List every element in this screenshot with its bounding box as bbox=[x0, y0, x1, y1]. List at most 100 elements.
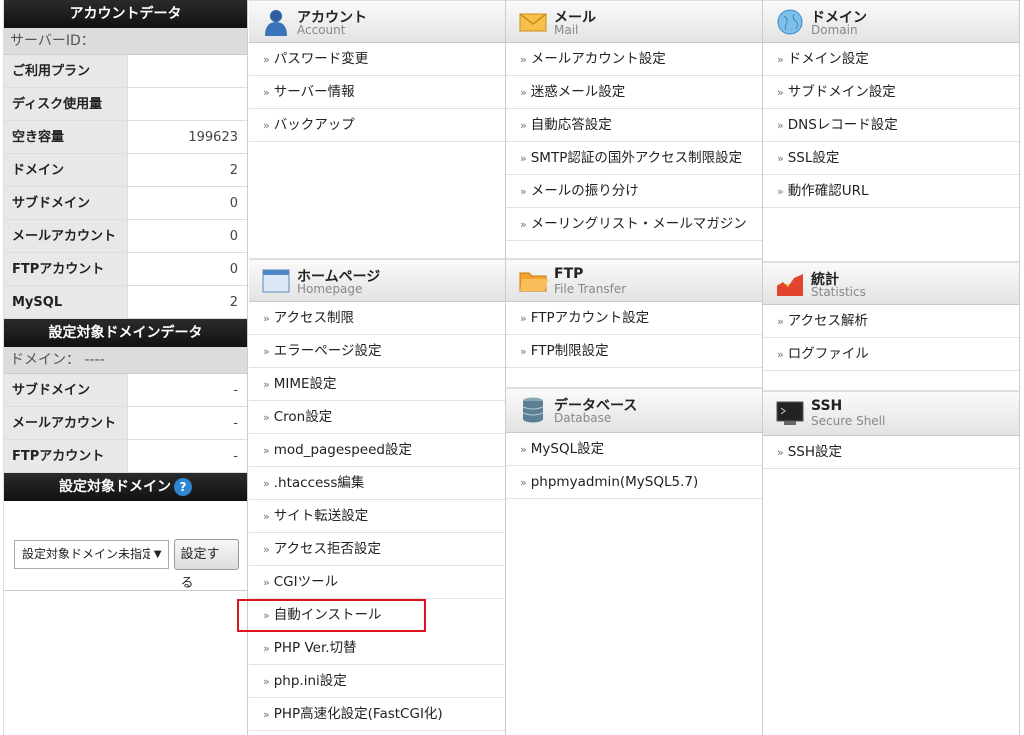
menu-column-2: メール Mail » メールアカウント設定» 迷惑メール設定» 自動応答設定» SMTP… bbox=[506, 0, 763, 735]
menu-link-label: パスワード変更 bbox=[273, 51, 369, 67]
menu-link-label: MySQL設定 bbox=[530, 441, 605, 457]
menu-link[interactable]: » SSL設定 bbox=[763, 142, 1019, 175]
menu-link[interactable]: » パスワード変更 bbox=[249, 43, 505, 76]
menu-link[interactable]: » ログファイル bbox=[763, 338, 1019, 371]
menu-link[interactable]: » エラーページ設定 bbox=[249, 335, 505, 368]
menu-link[interactable]: » アクセス解析 bbox=[763, 305, 1019, 338]
menu-link[interactable]: » PHP高速化設定(FastCGI化) bbox=[249, 698, 505, 731]
menu-link[interactable]: » 動作確認URL bbox=[763, 175, 1019, 208]
arrow-icon: » bbox=[263, 543, 270, 556]
section-header-ssh: SSH Secure Shell bbox=[763, 391, 1019, 436]
account-data-header: アカウントデータ bbox=[4, 0, 247, 28]
menu-link[interactable]: » CGIツール bbox=[249, 566, 505, 599]
arrow-icon: » bbox=[777, 53, 784, 66]
mail-menu-list: » メールアカウント設定» 迷惑メール設定» 自動応答設定» SMTP認証の国外アクセス… bbox=[506, 43, 762, 241]
section-subtitle: Statistics bbox=[811, 285, 866, 299]
arrow-icon: » bbox=[263, 609, 270, 622]
menu-link[interactable]: » FTP制限設定 bbox=[506, 335, 762, 368]
menu-link-label: メーリングリスト・メールマガジン bbox=[530, 216, 747, 232]
menu-link[interactable]: » phpmyadmin(MySQL5.7) bbox=[506, 466, 762, 499]
menu-link-label: CGIツール bbox=[273, 574, 339, 590]
dropdown-arrow-icon: ▼ bbox=[153, 548, 162, 560]
arrow-icon: » bbox=[777, 86, 784, 99]
target-domain-stats-list: サブドメイン - メールアカウント - FTPアカウント - bbox=[4, 374, 247, 473]
menu-link[interactable]: » .htaccess編集 bbox=[249, 467, 505, 500]
stat-row: サブドメイン 0 bbox=[4, 187, 247, 220]
arrow-icon: » bbox=[263, 477, 270, 490]
arrow-icon: » bbox=[263, 53, 270, 66]
menu-link[interactable]: » FTPアカウント設定 bbox=[506, 302, 762, 335]
stat-label: FTPアカウント bbox=[4, 440, 128, 472]
menu-link[interactable]: » バックアップ bbox=[249, 109, 505, 142]
arrow-icon: » bbox=[777, 315, 784, 328]
menu-link[interactable]: » PHP Ver.切替 bbox=[249, 632, 505, 665]
menu-link-label: SMTP認証の国外アクセス制限設定 bbox=[530, 150, 743, 166]
menu-link[interactable]: » php.ini設定 bbox=[249, 665, 505, 698]
section-header-ftp: FTP File Transfer bbox=[506, 259, 762, 302]
menu-link[interactable]: » サーバー情報 bbox=[249, 76, 505, 109]
ftp-menu-list: » FTPアカウント設定» FTP制限設定 bbox=[506, 302, 762, 368]
stat-label: メールアカウント bbox=[4, 407, 128, 439]
arrow-icon: » bbox=[520, 86, 527, 99]
menu-link[interactable]: » mod_pagespeed設定 bbox=[249, 434, 505, 467]
menu-link[interactable]: » 自動インストール bbox=[237, 599, 426, 632]
homepage-menu-list: » アクセス制限» エラーページ設定» MIME設定» Cron設定» mod_pages… bbox=[237, 302, 505, 731]
menu-link[interactable]: » ドメイン設定 bbox=[763, 43, 1019, 76]
folder-icon bbox=[519, 272, 548, 292]
menu-link-label: 迷惑メール設定 bbox=[530, 84, 626, 100]
window-icon bbox=[262, 269, 290, 293]
stat-value bbox=[128, 88, 247, 120]
target-domain-select-header: 設定対象ドメイン? bbox=[4, 473, 247, 501]
stat-row: 空き容量 199623 bbox=[4, 121, 247, 154]
menu-link-label: サーバー情報 bbox=[273, 84, 355, 100]
stat-label: ドメイン bbox=[4, 154, 128, 186]
menu-link-label: SSL設定 bbox=[787, 150, 840, 166]
stat-value: 0 bbox=[229, 196, 238, 211]
stat-label: MySQL bbox=[4, 286, 128, 318]
bar-chart-icon bbox=[777, 274, 803, 296]
menu-link-label: 自動応答設定 bbox=[530, 117, 612, 133]
set-domain-button[interactable]: 設定する bbox=[173, 538, 239, 591]
section-title: FTP bbox=[554, 266, 584, 282]
stat-label: 空き容量 bbox=[4, 121, 128, 153]
menu-link-label: phpmyadmin(MySQL5.7) bbox=[530, 474, 699, 490]
spacer bbox=[506, 368, 762, 388]
menu-link[interactable]: » DNSレコード設定 bbox=[763, 109, 1019, 142]
stat-row: ドメイン 2 bbox=[4, 154, 247, 187]
database-icon bbox=[522, 397, 544, 423]
arrow-icon: » bbox=[263, 86, 270, 99]
menu-link[interactable]: » アクセス制限 bbox=[249, 302, 505, 335]
help-icon[interactable]: ? bbox=[174, 478, 192, 496]
menu-link[interactable]: » サブドメイン設定 bbox=[763, 76, 1019, 109]
stat-row: MySQL 2 bbox=[4, 286, 247, 319]
globe-icon bbox=[777, 9, 803, 35]
arrow-icon: » bbox=[520, 443, 527, 456]
menu-link[interactable]: » メールの振り分け bbox=[506, 175, 762, 208]
arrow-icon: » bbox=[263, 119, 270, 132]
arrow-icon: » bbox=[520, 152, 527, 165]
menu-link[interactable]: » メーリングリスト・メールマガジン bbox=[506, 208, 762, 241]
menu-link[interactable]: » MySQL設定 bbox=[506, 433, 762, 466]
menu-link-label: ログファイル bbox=[787, 346, 869, 362]
menu-link[interactable]: » Cron設定 bbox=[249, 401, 505, 434]
arrow-icon: » bbox=[263, 675, 270, 688]
menu-link[interactable]: » メールアカウント設定 bbox=[506, 43, 762, 76]
menu-link-label: アクセス制限 bbox=[273, 310, 355, 326]
target-domain-select[interactable]: 設定対象ドメイン未指定 ▼ bbox=[14, 539, 169, 569]
section-header-domain: ドメイン Domain bbox=[763, 0, 1019, 43]
stat-value bbox=[128, 55, 247, 87]
menu-link[interactable]: » アクセス拒否設定 bbox=[249, 533, 505, 566]
stat-row: FTPアカウント 0 bbox=[4, 253, 247, 286]
menu-link-label: サブドメイン設定 bbox=[787, 84, 896, 100]
menu-link[interactable]: » SMTP認証の国外アクセス制限設定 bbox=[506, 142, 762, 175]
menu-link[interactable]: » 迷惑メール設定 bbox=[506, 76, 762, 109]
menu-link[interactable]: » SSH設定 bbox=[763, 436, 1019, 469]
arrow-icon: » bbox=[777, 185, 784, 198]
menu-link[interactable]: » サイト転送設定 bbox=[249, 500, 505, 533]
menu-link[interactable]: » MIME設定 bbox=[249, 368, 505, 401]
database-menu-list: » MySQL設定» phpmyadmin(MySQL5.7) bbox=[506, 433, 762, 499]
menu-link-label: DNSレコード設定 bbox=[787, 117, 898, 133]
arrow-icon: » bbox=[520, 312, 527, 325]
menu-link-label: ドメイン設定 bbox=[787, 51, 869, 67]
menu-link[interactable]: » 自動応答設定 bbox=[506, 109, 762, 142]
